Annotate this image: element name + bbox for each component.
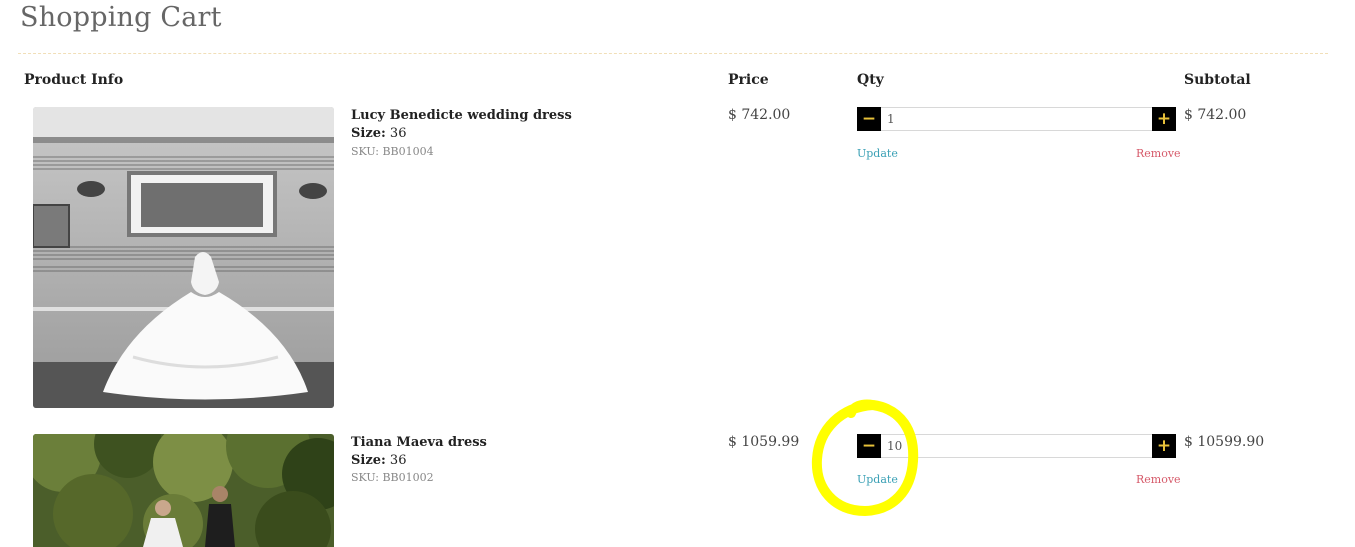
header-subtotal: Subtotal bbox=[1184, 72, 1251, 88]
quantity-stepper: − + bbox=[857, 107, 1176, 131]
wedding-dress-photo bbox=[33, 107, 334, 408]
couple-garden-photo bbox=[33, 434, 334, 547]
highlight-annotation bbox=[811, 399, 919, 516]
decrease-qty-button[interactable]: − bbox=[857, 434, 881, 458]
shopping-cart-page: Shopping Cart Product Info Price Qty Sub… bbox=[0, 0, 1355, 547]
remove-link[interactable]: Remove bbox=[1136, 147, 1181, 160]
product-size: Size: 36 bbox=[351, 126, 406, 141]
product-name[interactable]: Lucy Benedicte wedding dress bbox=[351, 108, 572, 123]
header-price: Price bbox=[728, 72, 769, 88]
item-subtotal: $ 10599.90 bbox=[1184, 434, 1265, 450]
product-sku: SKU: BB01004 bbox=[351, 145, 434, 158]
increase-qty-button[interactable]: + bbox=[1152, 434, 1176, 458]
header-product-info: Product Info bbox=[24, 72, 124, 88]
size-value: 36 bbox=[389, 453, 407, 468]
decrease-qty-button[interactable]: − bbox=[857, 107, 881, 131]
product-image[interactable] bbox=[33, 434, 334, 547]
product-image[interactable] bbox=[33, 107, 334, 408]
product-sku: SKU: BB01002 bbox=[351, 471, 434, 484]
header-qty: Qty bbox=[857, 72, 884, 88]
update-link[interactable]: Update bbox=[857, 473, 898, 486]
quantity-input[interactable] bbox=[881, 434, 1152, 458]
item-price: $ 1059.99 bbox=[728, 434, 800, 450]
item-price: $ 742.00 bbox=[728, 107, 791, 123]
size-value: 36 bbox=[389, 126, 407, 141]
update-link[interactable]: Update bbox=[857, 147, 898, 160]
quantity-input[interactable] bbox=[881, 107, 1152, 131]
item-subtotal: $ 742.00 bbox=[1184, 107, 1247, 123]
size-label: Size: bbox=[351, 453, 386, 468]
increase-qty-button[interactable]: + bbox=[1152, 107, 1176, 131]
page-title: Shopping Cart bbox=[20, 2, 222, 33]
size-label: Size: bbox=[351, 126, 386, 141]
quantity-stepper: − + bbox=[857, 434, 1176, 458]
remove-link[interactable]: Remove bbox=[1136, 473, 1181, 486]
title-divider bbox=[18, 53, 1328, 54]
product-size: Size: 36 bbox=[351, 453, 406, 468]
product-name[interactable]: Tiana Maeva dress bbox=[351, 435, 487, 450]
